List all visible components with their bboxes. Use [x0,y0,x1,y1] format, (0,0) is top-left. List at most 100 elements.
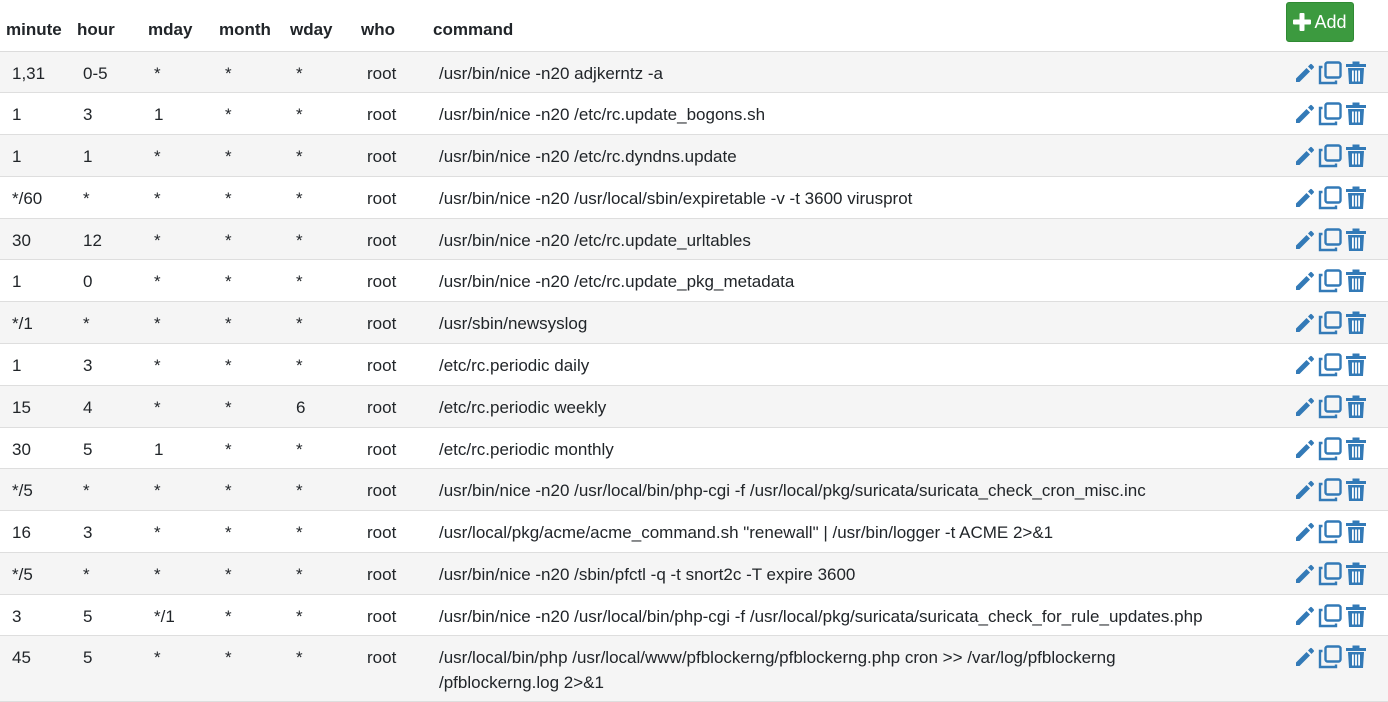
cell-minute: 1 [12,272,22,291]
cell-mday: * [154,356,161,375]
table-row: 30 5 1 * * root/etc/rc.periodic monthly [0,428,1388,469]
trash-icon [1345,269,1367,293]
cell-month: * [225,607,232,626]
cell-hour: 0-5 [83,64,108,83]
add-button[interactable]: Add [1286,2,1354,42]
delete-button[interactable] [1344,268,1367,293]
trash-icon [1345,645,1367,669]
copy-button[interactable] [1318,519,1342,544]
column-wday[interactable]: wday [290,20,333,40]
edit-button[interactable] [1292,519,1315,544]
delete-button[interactable] [1344,101,1367,126]
column-month[interactable]: month [219,20,271,40]
copy-button[interactable] [1318,394,1342,419]
delete-button[interactable] [1344,310,1367,335]
copy-icon [1318,101,1342,126]
cell-hour: 3 [83,356,93,375]
edit-button[interactable] [1292,644,1315,669]
cell-wday: * [296,565,303,584]
cell-who: root [367,565,397,584]
copy-button[interactable] [1318,477,1342,502]
cell-who: root [367,481,397,500]
column-hour[interactable]: hour [77,20,115,40]
delete-button[interactable] [1344,143,1367,168]
copy-icon [1318,519,1342,544]
cell-month: * [225,398,232,417]
edit-button[interactable] [1292,603,1315,628]
edit-button[interactable] [1292,394,1315,419]
edit-button[interactable] [1292,352,1315,377]
copy-button[interactable] [1318,143,1342,168]
cell-wday: * [296,481,303,500]
copy-button[interactable] [1318,603,1342,628]
row-actions [1292,561,1367,586]
row-actions [1292,644,1367,669]
column-command[interactable]: command [433,20,513,40]
copy-icon [1318,227,1342,252]
delete-button[interactable] [1344,436,1367,461]
row-actions [1292,227,1367,252]
row-actions [1292,436,1367,461]
cron-page: minute hour mday month wday who command … [0,0,1388,702]
cell-minute: 45 [12,648,31,667]
copy-button[interactable] [1318,227,1342,252]
row-actions [1292,603,1367,628]
copy-button[interactable] [1318,101,1342,126]
edit-button[interactable] [1292,185,1315,210]
copy-button[interactable] [1318,644,1342,669]
trash-icon [1345,186,1367,210]
delete-button[interactable] [1344,352,1367,377]
edit-button[interactable] [1292,268,1315,293]
delete-button[interactable] [1344,477,1367,502]
copy-button[interactable] [1318,60,1342,85]
edit-button[interactable] [1292,60,1315,85]
cell-month: * [225,440,232,459]
edit-button[interactable] [1292,101,1315,126]
plus-icon [1293,13,1312,31]
delete-button[interactable] [1344,394,1367,419]
column-minute[interactable]: minute [6,20,62,40]
trash-icon [1345,478,1367,502]
delete-button[interactable] [1344,60,1367,85]
edit-button[interactable] [1292,227,1315,252]
column-mday[interactable]: mday [148,20,192,40]
copy-icon [1318,310,1342,335]
delete-button[interactable] [1344,561,1367,586]
cell-who: root [367,147,397,166]
delete-button[interactable] [1344,644,1367,669]
pencil-icon [1293,646,1315,668]
copy-button[interactable] [1318,268,1342,293]
copy-button[interactable] [1318,352,1342,377]
cell-wday: * [296,105,303,124]
cell-minute: 30 [12,440,31,459]
copy-button[interactable] [1318,436,1342,461]
row-actions [1292,60,1367,85]
column-who[interactable]: who [361,20,395,40]
pencil-icon [1293,62,1315,84]
delete-button[interactable] [1344,227,1367,252]
cell-command: /usr/bin/nice -n20 /sbin/pfctl -q -t sno… [439,565,856,584]
copy-button[interactable] [1318,185,1342,210]
cell-who: root [367,272,397,291]
copy-button[interactable] [1318,310,1342,335]
delete-button[interactable] [1344,603,1367,628]
delete-button[interactable] [1344,185,1367,210]
edit-button[interactable] [1292,143,1315,168]
cell-wday: * [296,272,303,291]
edit-button[interactable] [1292,310,1315,335]
edit-button[interactable] [1292,436,1315,461]
copy-button[interactable] [1318,561,1342,586]
delete-button[interactable] [1344,519,1367,544]
cell-wday: 6 [296,398,306,417]
edit-button[interactable] [1292,561,1315,586]
table-row: 15 4 * * 6 root/etc/rc.periodic weekly [0,386,1388,428]
pencil-icon [1293,229,1315,251]
pencil-icon [1293,396,1315,418]
row-actions [1292,185,1367,210]
cell-wday: * [296,607,303,626]
cell-command: /usr/local/pkg/acme/acme_command.sh "ren… [439,523,1054,542]
table-row: 45 5 * * * root/usr/local/bin/php /usr/local/… [0,636,1388,702]
edit-button[interactable] [1292,477,1315,502]
cell-hour: 5 [83,607,93,626]
cell-month: * [225,314,232,333]
